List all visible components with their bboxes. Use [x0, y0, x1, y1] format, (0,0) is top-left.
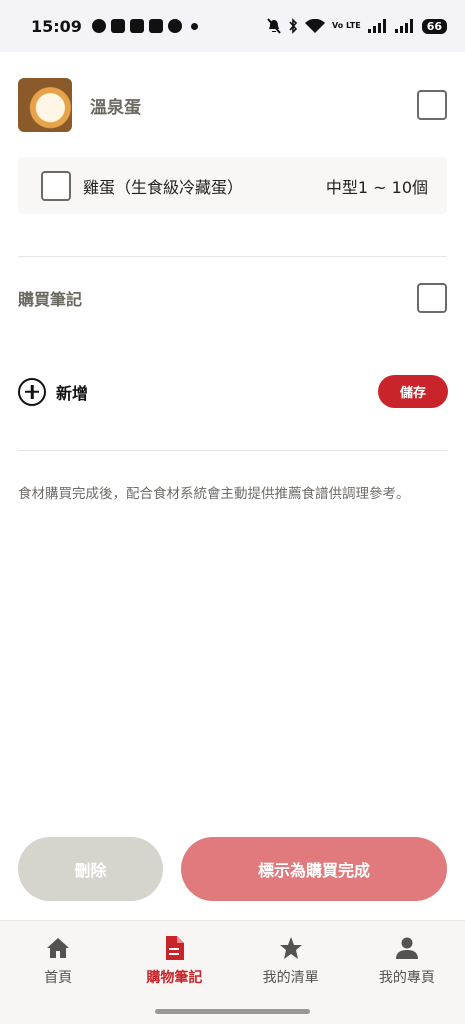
- status-time: 15:09: [31, 16, 82, 36]
- signal-icon-2: [394, 19, 413, 33]
- bluetooth-icon: [289, 18, 298, 34]
- divider: [18, 450, 447, 451]
- tab-shopping-notes[interactable]: 購物筆記: [116, 921, 232, 997]
- recipe-title: 溫泉蛋: [90, 97, 141, 118]
- action-buttons: 刪除 標示為購買完成: [18, 837, 447, 901]
- tab-my-page-label: 我的專頁: [378, 970, 435, 986]
- delete-button[interactable]: 刪除: [18, 837, 163, 901]
- system-icons: Vo LTE 66: [267, 18, 447, 34]
- document-icon: [161, 935, 187, 961]
- recipe-thumbnail: [18, 78, 72, 132]
- notes-row: 購買筆記: [18, 283, 448, 313]
- line-icon: [167, 19, 182, 33]
- chat-icon: [91, 19, 106, 33]
- save-button[interactable]: 儲存: [378, 375, 448, 408]
- star-icon: [278, 935, 304, 961]
- notification-icons: [91, 19, 198, 33]
- wifi-icon: [304, 18, 325, 33]
- person-icon: [394, 935, 420, 961]
- add-label[interactable]: 新增: [56, 380, 88, 404]
- status-bar: 15:09 Vo LTE 66: [0, 0, 465, 52]
- notes-checkbox[interactable]: [417, 283, 447, 313]
- add-row: 新增 儲存: [18, 375, 448, 408]
- info-text: 食材購買完成後，配合食材系統會主動提供推薦食譜供調理參考。: [18, 486, 410, 502]
- home-icon: [45, 935, 71, 961]
- ingredient-row: 雞蛋（生食級冷藏蛋） 中型1 ~ 10個: [18, 157, 447, 214]
- momo-icon: [148, 19, 163, 33]
- ingredient-checkbox[interactable]: [41, 170, 71, 201]
- mute-icon: [267, 18, 281, 34]
- tab-my-page[interactable]: 我的專頁: [349, 921, 465, 997]
- app-heart-icon: [129, 19, 144, 33]
- home-indicator[interactable]: [155, 1009, 310, 1014]
- mark-complete-button[interactable]: 標示為購買完成: [181, 837, 447, 901]
- signal-icon: [367, 19, 386, 33]
- divider: [18, 256, 447, 257]
- tab-my-list[interactable]: 我的清單: [233, 921, 349, 997]
- bottom-tab-bar: 首頁 購物筆記 我的清單 我的專頁: [0, 920, 465, 1024]
- ingredient-name: 雞蛋（生食級冷藏蛋）: [83, 177, 244, 197]
- volte-indicator: Vo LTE: [331, 21, 361, 30]
- shopping-bag-icon: [110, 19, 125, 33]
- tab-home-label: 首頁: [44, 970, 73, 986]
- tab-my-list-label: 我的清單: [262, 970, 319, 986]
- add-circle-icon[interactable]: [18, 377, 46, 406]
- recipe-checkbox[interactable]: [417, 90, 447, 120]
- recipe-item: 溫泉蛋: [18, 78, 448, 132]
- ingredient-quantity: 中型1 ~ 10個: [325, 177, 428, 197]
- tab-home[interactable]: 首頁: [0, 921, 116, 997]
- notes-title: 購買筆記: [18, 290, 83, 309]
- more-notifications-icon: [190, 22, 198, 30]
- battery-icon: 66: [421, 18, 447, 34]
- tab-shopping-notes-label: 購物筆記: [146, 970, 203, 986]
